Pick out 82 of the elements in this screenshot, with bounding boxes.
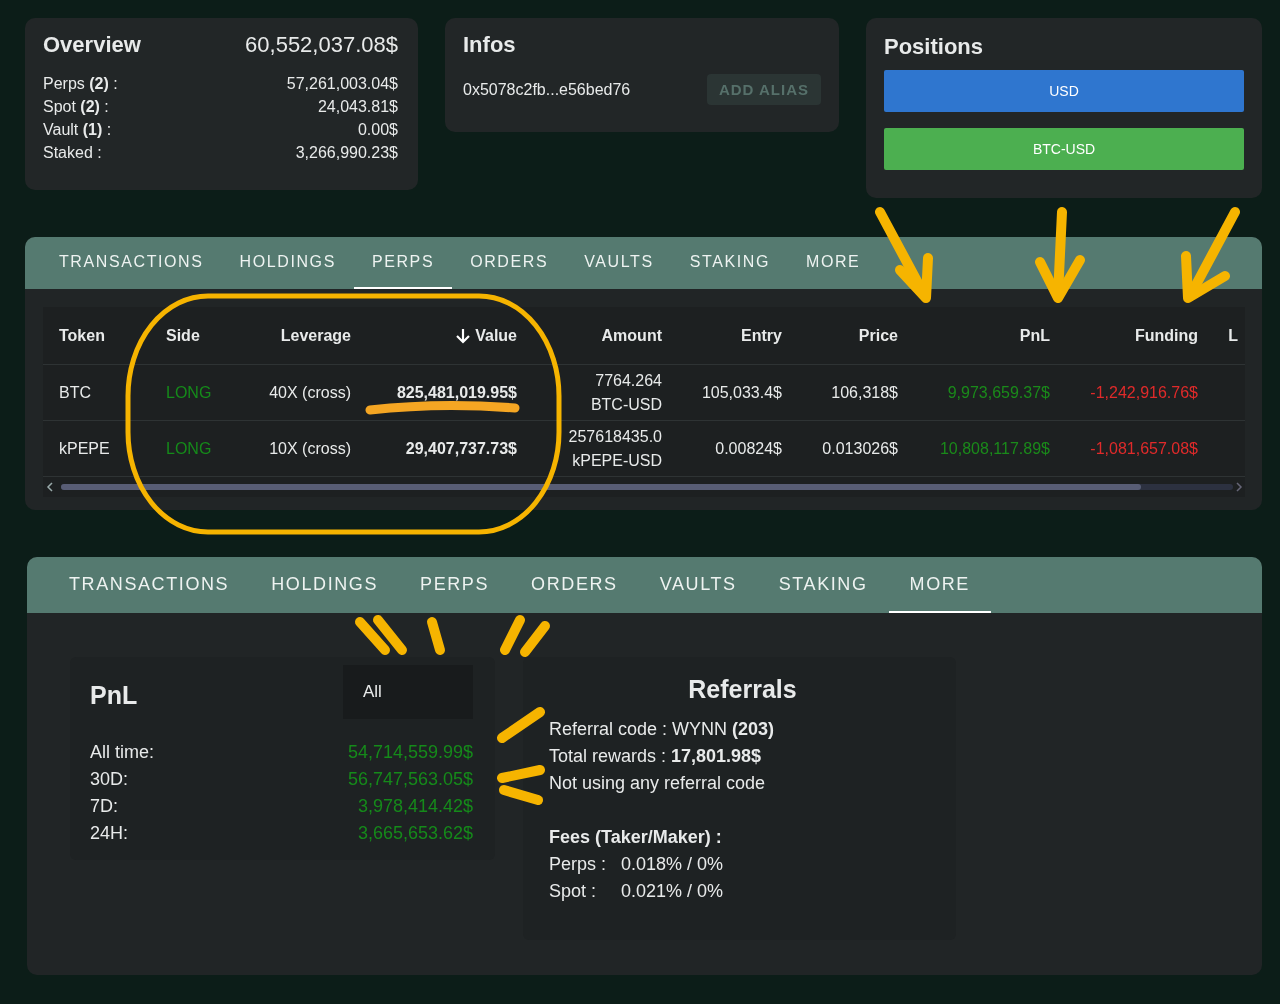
position-bar: USD	[884, 70, 1244, 112]
card-title: PnL	[90, 681, 138, 710]
table-cell: 29,407,737.73$	[367, 421, 533, 477]
column-header[interactable]: Funding	[1066, 307, 1214, 365]
table-cell: 0.013026$	[798, 421, 914, 477]
table-cell: 825,481,019.95$	[367, 365, 533, 421]
amount-text: 7764.264	[595, 370, 662, 391]
pnl-value: 56,747,563.05$	[347, 768, 473, 791]
tab[interactable]: HOLDINGS	[250, 557, 400, 613]
table-cell: BTC	[43, 365, 150, 421]
column-header[interactable]: PnL	[914, 307, 1066, 365]
amount-unit: kPEPE-USD	[572, 450, 662, 471]
fee-label: Spot :	[549, 880, 598, 903]
column-header[interactable]: Side	[150, 307, 230, 365]
scroll-left-icon[interactable]	[46, 482, 53, 492]
pnl-value: 54,714,559.99$	[347, 741, 473, 764]
table-cell: kPEPE	[43, 421, 150, 477]
card-title: Overview	[43, 32, 141, 58]
tab[interactable]: STAKING	[757, 557, 889, 613]
referral-text: Referral code : WYNN (203)	[549, 718, 776, 741]
row-label: Staked :	[43, 143, 102, 163]
card-title: Infos	[463, 32, 517, 58]
tab[interactable]: TRANSACTIONS	[41, 237, 222, 289]
column-header[interactable]: Price	[798, 307, 914, 365]
tab[interactable]: ORDERS	[510, 557, 639, 613]
tab[interactable]: MORE	[888, 557, 991, 613]
row-value: 3,266,990.23$	[295, 143, 398, 163]
table-cell: 10X (cross)	[230, 421, 367, 477]
total-value: 60,552,037.08$	[245, 32, 398, 58]
range-dropdown[interactable]: All	[343, 665, 473, 719]
tab[interactable]: PERPS	[399, 557, 511, 613]
fees-title: Fees (Taker/Maker) :	[549, 826, 723, 849]
wallet-address: 0x5078c2fb...e56bed76	[463, 80, 631, 99]
pnl-cell: 10,808,117.89$	[914, 421, 1066, 477]
pnl-value: 3,665,653.62$	[357, 822, 473, 845]
row-label: 30D:	[90, 768, 129, 791]
tab[interactable]: TRANSACTIONS	[48, 557, 251, 613]
amount-unit: BTC-USD	[590, 394, 662, 415]
card-title: Referrals	[687, 675, 798, 704]
table-cell: 0.00824$	[678, 421, 798, 477]
side-cell: LONG	[150, 365, 230, 421]
table-cell: 106,318$	[798, 365, 914, 421]
column-header[interactable]: L	[1214, 307, 1245, 365]
row-label: All time:	[90, 741, 154, 764]
card-title: Positions	[884, 34, 984, 60]
column-header[interactable]: Amount	[533, 307, 678, 365]
scroll-right-icon[interactable]	[1236, 482, 1243, 492]
scrollbar[interactable]	[61, 484, 1233, 490]
pnl-cell: 9,973,659.37$	[914, 365, 1066, 421]
fee-value: 0.021% / 0%	[621, 880, 724, 903]
column-header[interactable]: Token	[43, 307, 150, 365]
row-label: Spot (2) :	[43, 97, 109, 117]
tab[interactable]: VAULTS	[638, 557, 758, 613]
row-label: Vault (1) :	[43, 120, 112, 140]
side-cell: LONG	[150, 421, 230, 477]
tab[interactable]: PERPS	[353, 237, 453, 289]
referral-text: Total rewards : 17,801.98$	[549, 745, 763, 768]
amount-text: 257618435.0	[568, 426, 662, 447]
tab[interactable]: STAKING	[671, 237, 788, 289]
pnl-value: 3,978,414.42$	[357, 795, 473, 818]
tab[interactable]: VAULTS	[566, 237, 672, 289]
row-label: 24H:	[90, 822, 129, 845]
column-header[interactable]: Leverage	[230, 307, 367, 365]
column-header[interactable]: Entry	[678, 307, 798, 365]
position-bar: BTC-USD	[884, 128, 1244, 170]
funding-cell: -1,081,657.08$	[1066, 421, 1214, 477]
row-value: 0.00$	[357, 120, 398, 140]
add-alias-button[interactable]: ADD ALIAS	[706, 74, 821, 105]
fee-label: Perps :	[549, 853, 608, 876]
table-cell: 40X (cross)	[230, 365, 367, 421]
fee-value: 0.018% / 0%	[621, 853, 724, 876]
tab[interactable]: MORE	[787, 237, 879, 289]
row-label: 7D:	[90, 795, 118, 818]
column-header[interactable]: Value	[367, 307, 533, 365]
funding-cell: -1,242,916.76$	[1066, 365, 1214, 421]
row-label: Perps (2) :	[43, 74, 118, 94]
tab[interactable]: ORDERS	[452, 237, 567, 289]
row-value: 57,261,003.04$	[286, 74, 398, 94]
tab[interactable]: HOLDINGS	[221, 237, 354, 289]
row-value: 24,043.81$	[317, 97, 398, 117]
referral-text: Not using any referral code	[549, 772, 767, 795]
table-cell: 105,033.4$	[678, 365, 798, 421]
